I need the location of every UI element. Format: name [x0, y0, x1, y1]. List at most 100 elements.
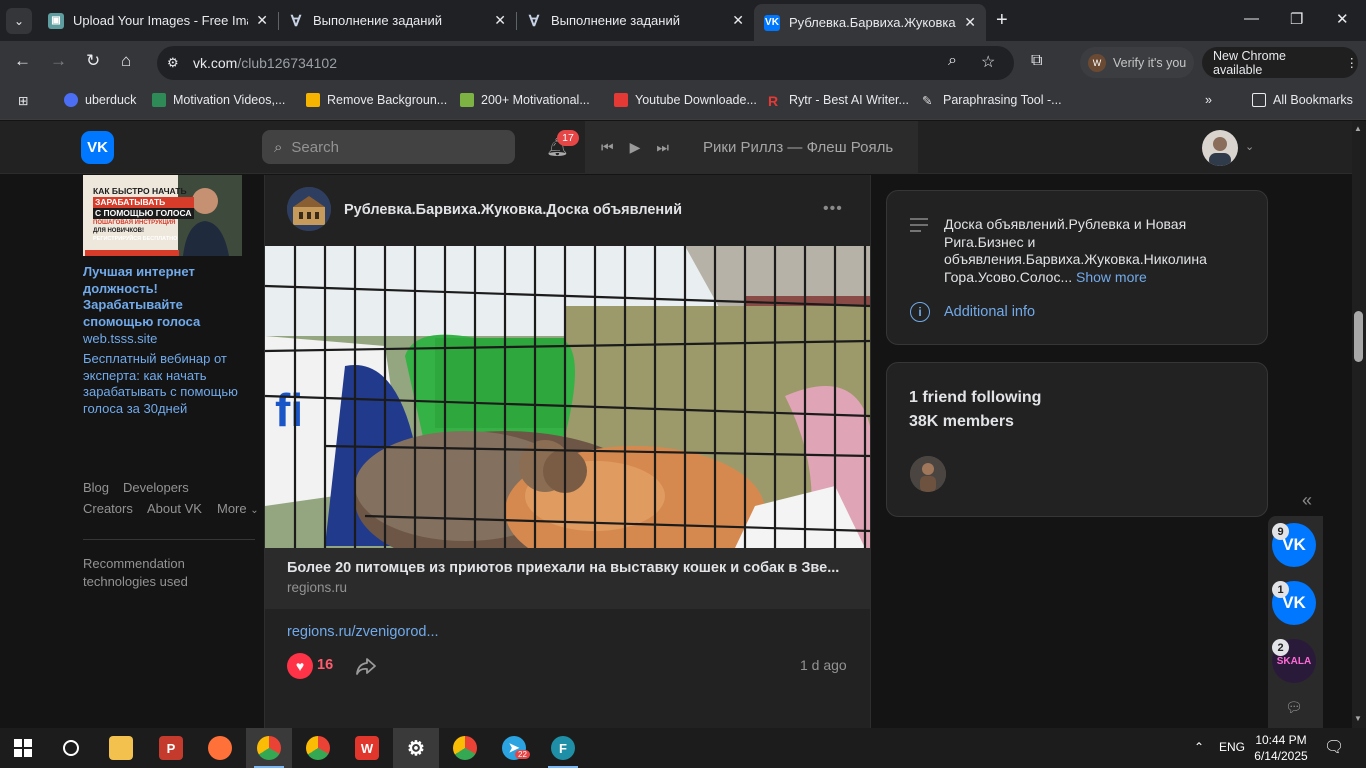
footer-link-more[interactable]: More ⌄: [217, 501, 259, 516]
post-link[interactable]: regions.ru/zvenigorod...: [287, 624, 439, 640]
tab-upload-images[interactable]: ▣ Upload Your Images - Free Imag ✕: [38, 4, 278, 37]
ad-title[interactable]: Лучшая интернет должность! Зарабатывайте…: [83, 264, 253, 330]
start-button[interactable]: [0, 728, 46, 768]
tab-tasks-1[interactable]: ∀ Выполнение заданий ✕: [278, 4, 516, 37]
bookmark-remove-background[interactable]: Remove Backgroun...: [306, 92, 447, 108]
minimize-icon[interactable]: —: [1244, 10, 1259, 27]
ad-image-line: ДЛЯ НОВИЧКОВ!: [93, 228, 144, 234]
bookmark-star-icon[interactable]: ☆: [981, 52, 995, 72]
bookmark-motivational[interactable]: 200+ Motivational...: [460, 92, 590, 108]
close-tab-icon[interactable]: ✕: [494, 12, 506, 29]
player-track-title[interactable]: Рики Риллз — Флеш Рояль: [703, 139, 893, 156]
ad-description[interactable]: Бесплатный вебинар от эксперта: как нача…: [83, 351, 248, 417]
additional-info-link[interactable]: Additional info: [944, 304, 1035, 320]
footer-link-about-vk[interactable]: About VK: [147, 501, 202, 516]
taskbar-firefox[interactable]: [197, 728, 243, 768]
previous-track-icon[interactable]: ⏮: [601, 139, 614, 156]
friend-avatar[interactable]: [910, 456, 946, 492]
new-tab-icon[interactable]: +: [996, 9, 1008, 32]
tab-vk-club[interactable]: VK Рублевка.Барвиха.Жуковка.Дос ✕: [754, 4, 986, 41]
bookmark-uberduck[interactable]: uberduck: [64, 92, 136, 108]
show-more-link[interactable]: Show more: [1076, 269, 1147, 285]
forward-icon[interactable]: →: [50, 51, 67, 71]
link-preview-card[interactable]: [265, 548, 870, 609]
language-indicator[interactable]: ENG: [1219, 740, 1245, 754]
apps-grid-icon[interactable]: ⊞: [18, 92, 28, 108]
chrome-icon: [257, 736, 281, 760]
chat-badge: 1: [1272, 581, 1289, 598]
like-count[interactable]: 16: [317, 657, 333, 673]
link-preview-domain: regions.ru: [287, 580, 348, 595]
group-avatar[interactable]: [287, 187, 331, 231]
back-icon[interactable]: ←: [14, 51, 31, 71]
new-chrome-button[interactable]: New Chrome available ⋮: [1202, 47, 1358, 78]
tab-search-icon[interactable]: ⌄: [6, 7, 32, 34]
close-tab-icon[interactable]: ✕: [256, 12, 268, 29]
collapse-chats-icon[interactable]: «: [1302, 490, 1312, 511]
play-icon[interactable]: ▶: [630, 139, 641, 156]
bookmark-rytr[interactable]: R Rytr - Best AI Writer...: [768, 92, 909, 109]
url-path: /club126734102: [237, 55, 337, 71]
p-app-icon: P: [159, 736, 183, 760]
user-avatar[interactable]: [1202, 130, 1238, 166]
notifications-badge: 17: [557, 130, 579, 146]
bookmark-paraphrasing-tool[interactable]: ✎ Paraphrasing Tool -...: [922, 92, 1062, 108]
close-tab-icon[interactable]: ✕: [732, 12, 744, 29]
taskbar-chrome[interactable]: [295, 728, 341, 768]
next-track-icon[interactable]: ⏭: [656, 139, 669, 156]
shopify-icon: [460, 93, 474, 107]
taskbar-settings[interactable]: ⚙: [393, 728, 439, 768]
verify-button[interactable]: W Verify it's you: [1080, 47, 1194, 78]
taskbar-f-app[interactable]: F: [540, 728, 586, 768]
extensions-icon[interactable]: ⧉: [1031, 52, 1042, 70]
scroll-up-icon[interactable]: ▲: [1354, 124, 1362, 133]
reload-icon[interactable]: ↻: [86, 51, 100, 71]
like-heart-icon[interactable]: ♥: [287, 653, 313, 679]
all-bookmarks[interactable]: All Bookmarks: [1252, 92, 1353, 108]
windows-icon: [14, 739, 32, 757]
ad-domain[interactable]: web.tsss.site: [83, 331, 157, 346]
zoom-icon[interactable]: ⌕: [948, 52, 957, 70]
share-icon[interactable]: [354, 654, 378, 678]
search-icon: ⌕: [274, 138, 283, 156]
tab-tasks-2[interactable]: ∀ Выполнение заданий ✕: [516, 4, 754, 37]
bookmark-youtube-downloader[interactable]: Youtube Downloade...: [614, 92, 757, 108]
link-preview-title[interactable]: Более 20 питомцев из приютов приехали на…: [287, 560, 847, 576]
scroll-thumb[interactable]: [1354, 311, 1363, 362]
close-window-icon[interactable]: ✕: [1336, 10, 1349, 28]
chevron-down-icon[interactable]: ⌄: [1245, 140, 1254, 153]
scroll-down-icon[interactable]: ▼: [1354, 714, 1362, 723]
footer-link-blog[interactable]: Blog: [83, 480, 109, 495]
file-explorer[interactable]: [98, 728, 144, 768]
message-icon[interactable]: 💬︎: [1285, 699, 1303, 716]
footer-link-developers[interactable]: Developers: [123, 480, 189, 495]
maximize-icon[interactable]: ❐: [1290, 10, 1303, 28]
svg-text:fi: fi: [275, 384, 303, 436]
taskbar-chrome-2[interactable]: [442, 728, 488, 768]
post-timestamp[interactable]: 1 d ago: [800, 657, 847, 673]
close-tab-icon[interactable]: ✕: [964, 14, 976, 31]
home-icon[interactable]: ⌂: [121, 51, 131, 71]
search-input[interactable]: ⌕ Search: [262, 130, 515, 164]
bookmarks-overflow-icon[interactable]: »: [1205, 92, 1212, 108]
members-count: 38K members: [909, 413, 1014, 430]
post-author[interactable]: Рублевка.Барвиха.Жуковка.Доска объявлени…: [344, 202, 682, 218]
address-bar[interactable]: ⚙ vk.com/club126734102: [157, 46, 1014, 80]
recommendation-technologies-link[interactable]: Recommendation technologies used: [83, 555, 233, 591]
taskbar-wps[interactable]: W: [344, 728, 390, 768]
footer-link-creators[interactable]: Creators: [83, 501, 133, 516]
taskbar-telegram[interactable]: ➤ 22: [491, 728, 537, 768]
taskbar-chrome-profile[interactable]: [246, 728, 292, 768]
tray-chevron-up-icon[interactable]: ⌃: [1194, 740, 1204, 754]
bookmark-motivation-videos[interactable]: Motivation Videos,...: [152, 92, 285, 108]
page-scrollbar[interactable]: [1352, 121, 1366, 728]
search-taskbar-button[interactable]: [48, 728, 94, 768]
ad-image[interactable]: КАК БЫСТРО НАЧАТЬ ЗАРАБАТЫВАТЬ С ПОМОЩЬЮ…: [83, 175, 242, 256]
vk-logo[interactable]: VK: [81, 131, 114, 164]
notification-center-icon[interactable]: 🗨︎: [1324, 737, 1344, 757]
site-settings-icon[interactable]: ⚙: [167, 55, 189, 71]
system-clock[interactable]: 10:44 PM 6/14/2025: [1251, 732, 1311, 764]
taskbar-p-app[interactable]: P: [148, 728, 194, 768]
post-photo[interactable]: fi: [265, 246, 870, 548]
more-options-icon[interactable]: •••: [823, 200, 843, 218]
